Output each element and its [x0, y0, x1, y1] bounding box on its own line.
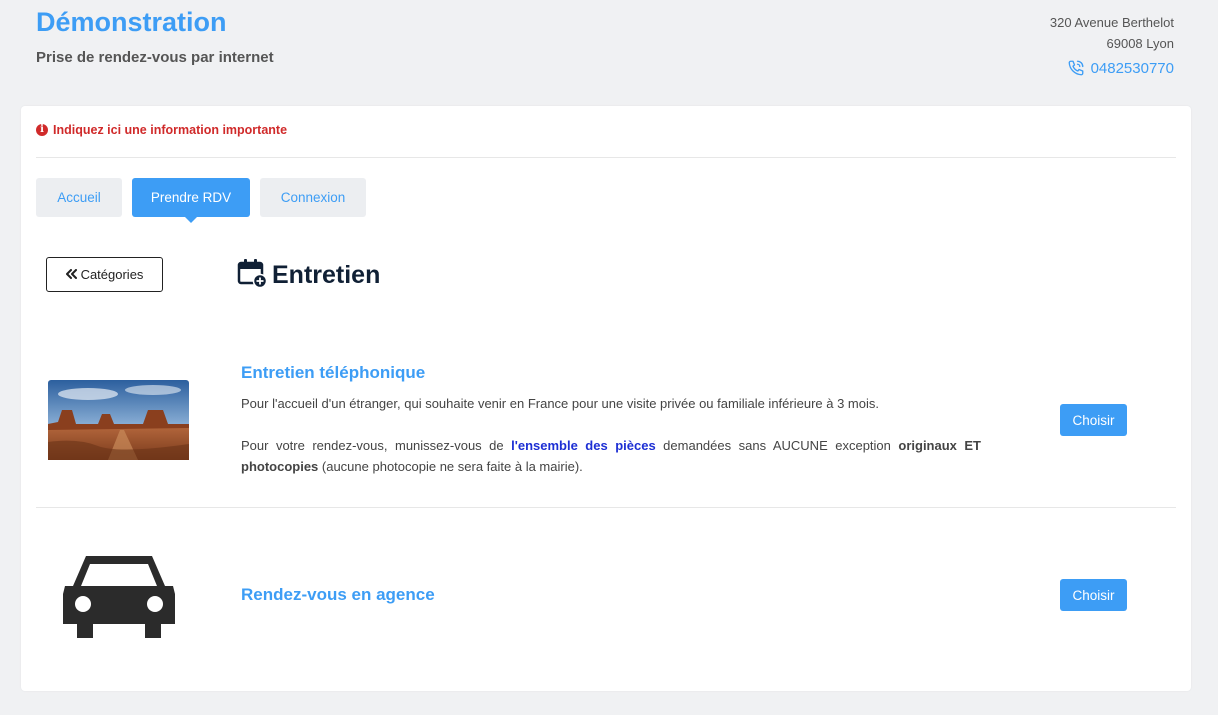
tab-accueil[interactable]: Accueil: [36, 178, 122, 217]
categories-label: Catégories: [80, 267, 144, 282]
service-description: Pour l'accueil d'un étranger, qui souhai…: [241, 393, 981, 477]
choose-button[interactable]: Choisir: [1060, 579, 1127, 611]
important-notice: i Indiquez ici une information important…: [36, 123, 287, 137]
categories-back-button[interactable]: Catégories: [46, 257, 163, 292]
phone-number: 0482530770: [1090, 59, 1174, 77]
tab-prendre-rdv[interactable]: Prendre RDV: [132, 178, 250, 223]
double-chevron-left-icon: [65, 267, 77, 282]
service-desc-line: Pour l'accueil d'un étranger, qui souhai…: [241, 396, 879, 411]
address-street: 320 Avenue Berthelot: [1049, 15, 1174, 30]
site-title: Démonstration: [36, 7, 227, 37]
page-heading: Entretien: [237, 258, 380, 293]
car-icon: [59, 548, 179, 648]
service-desc-paragraph: Pour votre rendez-vous, munissez-vous de…: [241, 435, 981, 477]
page-title: Entretien: [272, 261, 381, 289]
main-card: i Indiquez ici une information important…: [21, 106, 1191, 691]
service-title[interactable]: Rendez-vous en agence: [241, 585, 435, 605]
address-block: 320 Avenue Berthelot 69008 Lyon: [1050, 12, 1174, 54]
service-title[interactable]: Entretien téléphonique: [241, 363, 425, 383]
site-subtitle: Prise de rendez-vous par internet: [36, 49, 274, 66]
landscape-thumbnail: [48, 380, 189, 465]
phone-link[interactable]: 0482530770: [1067, 59, 1174, 77]
tab-connexion[interactable]: Connexion: [260, 178, 366, 217]
divider: [36, 507, 1176, 508]
desc-text: Pour votre rendez-vous, munissez-vous de: [241, 438, 512, 453]
phone-icon: [1067, 59, 1085, 77]
divider: [36, 157, 1176, 158]
notice-text: Indiquez ici une information importante: [53, 123, 288, 137]
calendar-plus-icon: [237, 258, 268, 293]
desc-highlight: l'ensemble des pièces: [511, 438, 656, 453]
choose-button[interactable]: Choisir: [1060, 404, 1127, 436]
info-icon: i: [36, 124, 48, 136]
desc-text: demandées sans AUCUNE exception: [655, 438, 899, 453]
address-city: 69008 Lyon: [1106, 36, 1174, 51]
desc-text: (aucune photocopie ne sera faite à la ma…: [318, 459, 583, 474]
